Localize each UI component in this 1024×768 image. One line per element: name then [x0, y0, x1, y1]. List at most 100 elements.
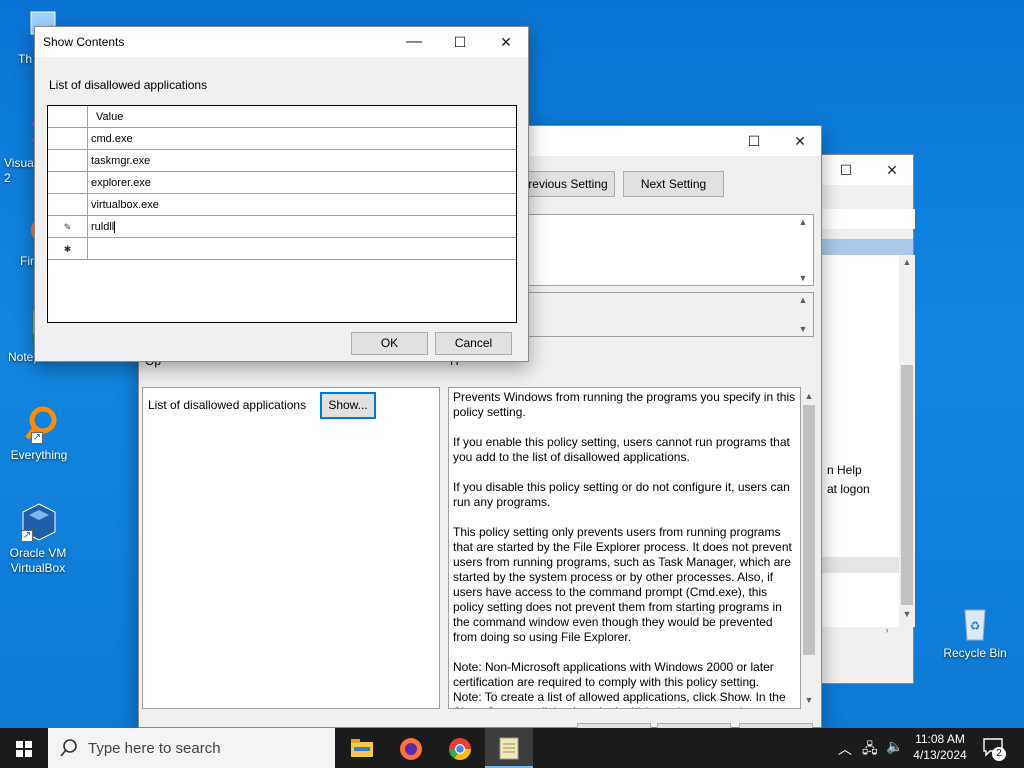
desktop-icon-label: Oracle VM VirtualBox: [9, 546, 67, 575]
clock-date: 4/13/2024: [913, 748, 967, 762]
show-contents-dialog: Show Contents — ☐ ✕ List of disallowed a…: [34, 26, 529, 362]
search-placeholder: Type here to search: [88, 740, 221, 757]
value-cell[interactable]: taskmgr.exe: [91, 150, 150, 172]
row-selector[interactable]: [48, 128, 88, 150]
scroll-down-icon[interactable]: ▼: [899, 609, 915, 619]
scroll-right-icon[interactable]: ›: [879, 625, 895, 635]
value-cell[interactable]: explorer.exe: [91, 172, 151, 194]
edit-pencil-icon: ✎: [48, 216, 88, 238]
desktop-icon-label: Recycle Bin: [943, 646, 1007, 660]
recycle-bin-icon: ♻: [955, 602, 995, 642]
row-selector[interactable]: [48, 150, 88, 172]
close-button[interactable]: ✕: [869, 155, 915, 185]
start-button[interactable]: [0, 728, 48, 768]
taskbar-search-box[interactable]: Type here to search: [48, 728, 335, 768]
action-center-button[interactable]: 2: [982, 737, 1010, 761]
svg-text:♻: ♻: [970, 619, 981, 633]
search-icon: [60, 739, 77, 757]
everything-search-icon: ↗: [19, 404, 59, 444]
desktop-icon-virtualbox[interactable]: ↗ Oracle VM VirtualBox: [0, 502, 78, 576]
firefox-icon: [400, 738, 422, 760]
grid-header-row: Value: [48, 106, 516, 128]
clock[interactable]: 11:08 AM 4/13/2024: [910, 731, 970, 763]
table-row-new[interactable]: ✱: [48, 238, 516, 260]
taskbar-firefox[interactable]: [387, 728, 435, 768]
file-explorer-icon: [351, 739, 373, 757]
table-row[interactable]: explorer.exe: [48, 172, 516, 194]
notification-count-badge: 2: [992, 747, 1006, 761]
notepad-icon: [499, 737, 519, 760]
comment-textbox[interactable]: ▲ ▼: [523, 214, 814, 286]
scroll-up-icon[interactable]: ▲: [899, 257, 915, 267]
help-pane: Prevents Windows from running the progra…: [448, 387, 801, 709]
taskbar-notepad[interactable]: [485, 728, 533, 768]
editor-list-pane: n Help at logon: [821, 255, 899, 627]
taskbar-chrome[interactable]: [436, 728, 484, 768]
close-button[interactable]: ✕: [483, 27, 529, 57]
column-header-value[interactable]: Value: [96, 106, 123, 128]
shortcut-arrow-icon: ↗: [21, 530, 33, 542]
desktop-icon-label: Everything: [10, 448, 68, 462]
scroll-thumb[interactable]: [901, 365, 913, 605]
scroll-thumb[interactable]: [803, 405, 815, 655]
chrome-icon: [449, 738, 471, 760]
shortcut-arrow-icon: ↗: [31, 432, 43, 444]
editor-text-fragment: n Help: [827, 463, 862, 477]
table-row[interactable]: virtualbox.exe: [48, 194, 516, 216]
value-cell-text: ruldll: [91, 221, 115, 233]
text-cursor: [114, 221, 116, 234]
minimize-button[interactable]: —: [391, 27, 437, 57]
ok-button[interactable]: OK: [351, 332, 428, 355]
scroll-down-icon[interactable]: ▼: [795, 273, 811, 283]
editor-header-row: [821, 239, 913, 255]
row-selector[interactable]: [48, 172, 88, 194]
table-row[interactable]: cmd.exe: [48, 128, 516, 150]
editor-vscrollbar[interactable]: ▲ ▼: [899, 255, 915, 627]
table-row[interactable]: taskmgr.exe: [48, 150, 516, 172]
options-pane: List of disallowed applications Show...: [142, 387, 440, 709]
virtualbox-icon: ↗: [19, 502, 59, 542]
close-button[interactable]: ✕: [777, 126, 823, 156]
volume-muted-icon[interactable]: 🔈: [886, 738, 903, 755]
next-setting-button[interactable]: Next Setting: [623, 171, 724, 197]
previous-setting-button[interactable]: revious Setting: [521, 171, 615, 197]
maximize-button[interactable]: ☐: [437, 27, 483, 57]
row-selector[interactable]: [48, 194, 88, 216]
value-cell-editing[interactable]: ruldll: [91, 216, 116, 238]
dialog-title: Show Contents: [43, 35, 125, 49]
show-button[interactable]: Show...: [320, 392, 376, 419]
values-grid[interactable]: Value cmd.exe taskmgr.exe explorer.exe v…: [47, 105, 517, 323]
editor-selected-row: [821, 557, 899, 573]
dialog-titlebar: Show Contents — ☐ ✕: [35, 27, 528, 57]
desktop-icon-everything[interactable]: ↗ Everything: [0, 404, 78, 463]
help-text: Prevents Windows from running the progra…: [453, 390, 796, 708]
table-row-editing[interactable]: ✎ ruldll: [48, 216, 516, 238]
scroll-up-icon[interactable]: ▲: [795, 217, 811, 227]
value-cell[interactable]: cmd.exe: [91, 128, 133, 150]
maximize-button[interactable]: ☐: [823, 155, 869, 185]
editor-text-fragment: at logon: [827, 482, 870, 496]
help-vscrollbar[interactable]: ▲ ▼: [801, 387, 817, 709]
network-icon[interactable]: 🖧: [862, 738, 878, 762]
editor-titlebar: ☐ ✕: [821, 155, 913, 185]
group-policy-editor-window: ☐ ✕ n Help at logon ▲ ▼ ›: [820, 154, 915, 684]
scroll-up-icon[interactable]: ▲: [795, 295, 811, 305]
editor-toolbar-strip: [821, 209, 915, 229]
scroll-up-icon[interactable]: ▲: [801, 391, 817, 401]
clock-time: 11:08 AM: [915, 732, 965, 746]
windows-logo-icon: [16, 741, 32, 757]
desktop-icon-recycle-bin[interactable]: ♻ Recycle Bin: [936, 602, 1014, 661]
scroll-down-icon[interactable]: ▼: [801, 695, 817, 705]
grid-corner: [48, 106, 88, 128]
scroll-down-icon[interactable]: ▼: [795, 324, 811, 334]
maximize-button[interactable]: ☐: [731, 126, 777, 156]
show-hidden-icons-chevron-icon[interactable]: ︿: [838, 739, 852, 759]
options-label: List of disallowed applications: [148, 398, 307, 412]
taskbar-file-explorer[interactable]: [338, 728, 386, 768]
taskbar: Type here to search ︿ 🖧 🔈 11:08 AM 4/13/…: [0, 728, 1024, 768]
dialog-heading: List of disallowed applications: [49, 78, 208, 92]
cancel-button[interactable]: Cancel: [435, 332, 512, 355]
value-cell[interactable]: virtualbox.exe: [91, 194, 159, 216]
supported-on-box: ▲ ▼: [523, 292, 814, 337]
new-row-asterisk-icon: ✱: [48, 238, 88, 260]
